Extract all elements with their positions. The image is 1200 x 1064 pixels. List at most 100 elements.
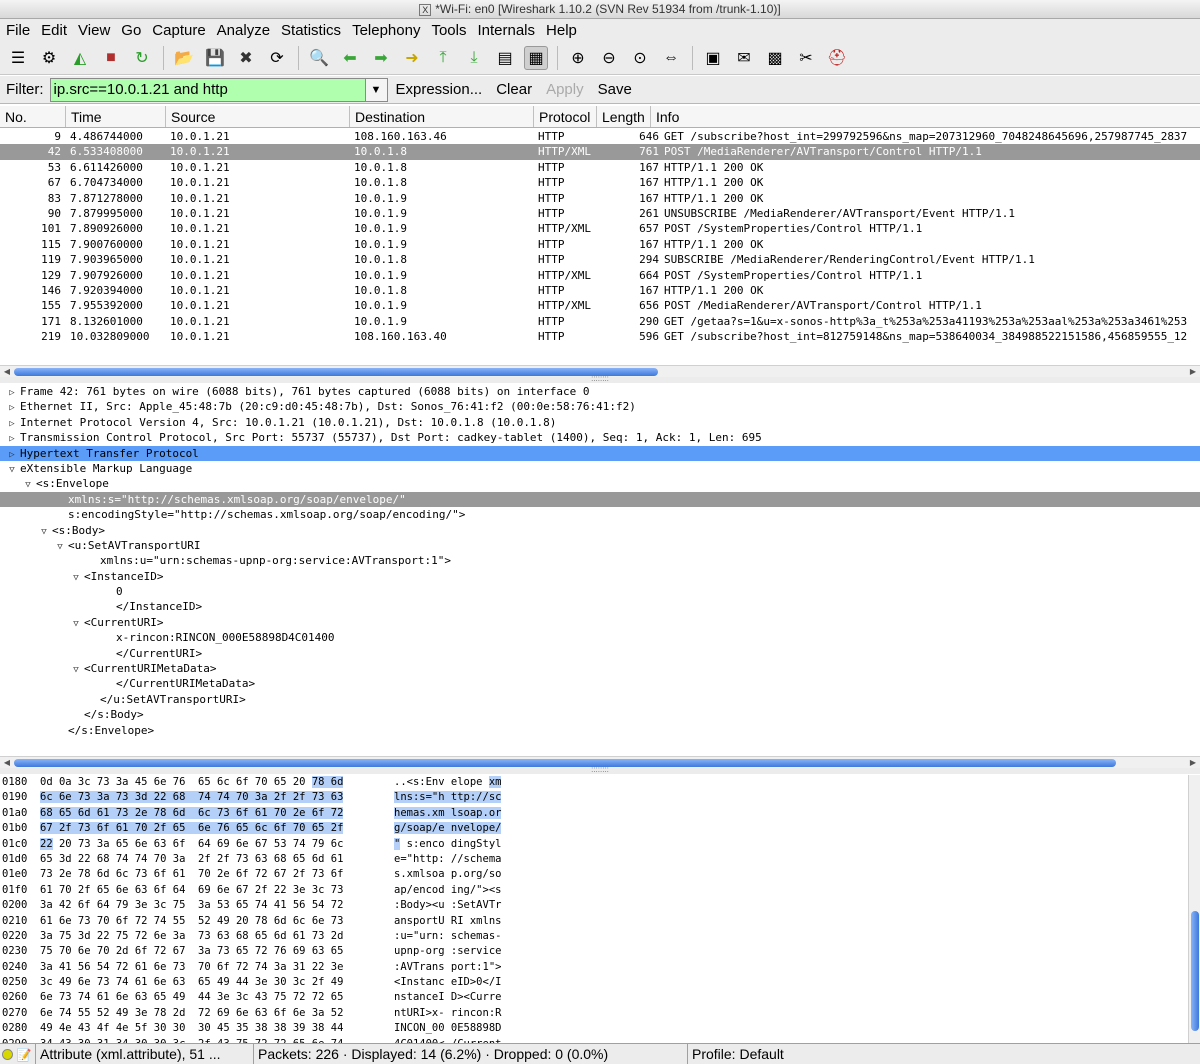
table-row[interactable]: 53 6.611426000 10.0.1.21 10.0.1.8 HTTP 167 HTT… <box>0 160 1200 175</box>
table-row[interactable]: 101 7.890926000 10.0.1.21 10.0.1.9 HTTP/XML 6… <box>0 221 1200 236</box>
go-forward-icon[interactable]: ➡ <box>369 46 393 70</box>
byte-ascii[interactable]: <Instanc eID>0</I <box>394 975 524 990</box>
go-to-packet-icon[interactable]: ➜ <box>400 46 424 70</box>
go-last-icon[interactable]: ⤓ <box>462 46 486 70</box>
interface-list-icon[interactable]: ☰ <box>6 46 30 70</box>
scroll-right-icon[interactable]: ▶ <box>1186 757 1200 768</box>
byte-ascii[interactable]: lns:s="h ttp://sc <box>394 790 524 805</box>
zoom-out-icon[interactable]: ⊖ <box>597 46 621 70</box>
table-row[interactable]: 155 7.955392000 10.0.1.21 10.0.1.9 HTTP/XML 6… <box>0 298 1200 313</box>
filter-dropdown-button[interactable]: ▼ <box>365 77 388 102</box>
tree-item[interactable]: ▷ Frame 42: 761 bytes on wire (6088 bits)… <box>0 384 1200 399</box>
byte-ascii[interactable]: hemas.xm lsoap.or <box>394 806 524 821</box>
menu-file[interactable]: File <box>6 22 30 39</box>
save-filter-button[interactable]: Save <box>598 81 632 98</box>
tree-item[interactable]: </s:Body> <box>0 707 1200 722</box>
byte-ascii[interactable]: s.xmlsoa p.org/so <box>394 867 524 882</box>
byte-hex[interactable]: 49 4e 43 4f 4e 5f 30 30 30 45 35 38 38 3… <box>40 1021 394 1036</box>
tree-item[interactable]: ▽ <CurrentURIMetaData> <box>0 661 1200 676</box>
autoscroll-icon[interactable]: ▦ <box>524 45 548 70</box>
byte-hex[interactable]: 73 2e 78 6d 6c 73 6f 61 70 2e 6f 72 67 2… <box>40 867 394 882</box>
help-icon[interactable]: ⛑ <box>825 46 849 70</box>
column-header-time[interactable]: Time <box>66 106 166 127</box>
open-file-icon[interactable]: 📂 <box>172 46 196 70</box>
table-row[interactable]: 129 7.907926000 10.0.1.21 10.0.1.9 HTTP/XML 6… <box>0 268 1200 283</box>
menu-internals[interactable]: Internals <box>477 22 535 39</box>
tree-item[interactable]: ▷ Ethernet II, Src: Apple_45:48:7b (20:c9… <box>0 399 1200 414</box>
save-file-icon[interactable]: 💾 <box>203 46 227 70</box>
table-row[interactable]: 171 8.132601000 10.0.1.21 10.0.1.9 HTTP 290 GE… <box>0 314 1200 329</box>
restart-capture-icon[interactable]: ↻ <box>130 46 154 70</box>
byte-hex[interactable]: 6e 73 74 61 6e 63 65 49 44 3e 3c 43 75 7… <box>40 990 394 1005</box>
menu-tools[interactable]: Tools <box>431 22 466 39</box>
start-capture-icon[interactable]: ◭ <box>68 46 92 70</box>
resize-columns-icon[interactable]: ⇔ <box>659 46 683 70</box>
stop-capture-icon[interactable]: ■ <box>99 46 123 70</box>
table-row[interactable]: 83 7.871278000 10.0.1.21 10.0.1.9 HTTP 167 HTT… <box>0 191 1200 206</box>
tree-item[interactable]: s:encodingStyle="http://schemas.xmlsoap.… <box>0 507 1200 522</box>
pane-splitter-top[interactable]: :::::::: <box>0 375 1200 383</box>
byte-hex[interactable]: 0d 0a 3c 73 3a 45 6e 76 65 6c 6f 70 65 2… <box>40 775 394 790</box>
expert-info-led-icon[interactable] <box>2 1049 13 1061</box>
table-row[interactable]: 90 7.879995000 10.0.1.21 10.0.1.9 HTTP 261 UNS… <box>0 206 1200 221</box>
column-header-source[interactable]: Source <box>166 106 350 127</box>
menu-analyze[interactable]: Analyze <box>217 22 270 39</box>
go-first-icon[interactable]: ⤒ <box>431 46 455 70</box>
byte-hex[interactable]: 22 20 73 3a 65 6e 63 6f 64 69 6e 67 53 7… <box>40 837 394 852</box>
expression-button[interactable]: Expression... <box>396 81 483 98</box>
tree-item[interactable]: ▽ <s:Body> <box>0 523 1200 538</box>
tree-item[interactable]: ▽ eXtensible Markup Language <box>0 461 1200 476</box>
byte-hex[interactable]: 3a 41 56 54 72 61 6e 73 70 6f 72 74 3a 3… <box>40 960 394 975</box>
tree-item[interactable]: 0 <box>0 584 1200 599</box>
tree-item[interactable]: </InstanceID> <box>0 599 1200 614</box>
normal-size-icon[interactable]: ⊙ <box>628 46 652 70</box>
scroll-left-icon[interactable]: ◀ <box>0 757 14 768</box>
filter-input[interactable]: ip.src==10.0.1.21 and http <box>49 77 366 102</box>
table-row[interactable]: 42 6.533408000 10.0.1.21 10.0.1.8 HTTP/XML 76… <box>0 144 1200 160</box>
table-row[interactable]: 67 6.704734000 10.0.1.21 10.0.1.8 HTTP 167 HTT… <box>0 175 1200 190</box>
menu-view[interactable]: View <box>78 22 110 39</box>
tree-item[interactable]: xmlns:u="urn:schemas-upnp-org:service:AV… <box>0 553 1200 568</box>
column-header-info[interactable]: Info <box>651 106 1200 127</box>
tree-item[interactable]: </CurrentURI> <box>0 646 1200 661</box>
tree-item[interactable]: </s:Envelope> <box>0 723 1200 738</box>
pane-splitter-bottom[interactable]: :::::::: <box>0 766 1200 774</box>
scroll-thumb[interactable] <box>14 759 1116 767</box>
byte-hex[interactable]: 3a 42 6f 64 79 3e 3c 75 3a 53 65 74 41 5… <box>40 898 394 913</box>
tree-item[interactable]: ▷ Internet Protocol Version 4, Src: 10.0.… <box>0 415 1200 430</box>
byte-hex[interactable]: 65 3d 22 68 74 74 70 3a 2f 2f 73 63 68 6… <box>40 852 394 867</box>
byte-ascii[interactable]: ntURI>x- rincon:R <box>394 1006 524 1021</box>
table-row[interactable]: 146 7.920394000 10.0.1.21 10.0.1.8 HTTP 167 HT… <box>0 283 1200 298</box>
tree-item[interactable]: </CurrentURIMetaData> <box>0 676 1200 691</box>
table-row[interactable]: 219 10.032809000 10.0.1.21 108.160.163.40 HT… <box>0 329 1200 344</box>
byte-ascii[interactable]: ansportU RI xmlns <box>394 914 524 929</box>
menu-telephony[interactable]: Telephony <box>352 22 420 39</box>
find-icon[interactable]: 🔍 <box>307 46 331 70</box>
menu-statistics[interactable]: Statistics <box>281 22 341 39</box>
byte-ascii[interactable]: g/soap/e nvelope/ <box>394 821 524 836</box>
coloring-rules-icon[interactable]: ▩ <box>763 46 787 70</box>
byte-hex[interactable]: 67 2f 73 6f 61 70 2f 65 6e 76 65 6c 6f 7… <box>40 821 394 836</box>
reload-icon[interactable]: ⟳ <box>265 46 289 70</box>
tree-item[interactable]: ▽ <s:Envelope <box>0 476 1200 491</box>
byte-ascii[interactable]: :u="urn: schemas- <box>394 929 524 944</box>
apply-button[interactable]: Apply <box>546 81 584 98</box>
byte-ascii[interactable]: " s:enco dingStyl <box>394 837 524 852</box>
clear-button[interactable]: Clear <box>496 81 532 98</box>
capture-filters-icon[interactable]: ▣ <box>701 46 725 70</box>
column-header-length[interactable]: Length <box>597 106 651 127</box>
go-back-icon[interactable]: ⬅ <box>338 46 362 70</box>
tree-item[interactable]: xmlns:s="http://schemas.xmlsoap.org/soap… <box>0 491 1200 508</box>
preferences-icon[interactable]: ✂ <box>794 46 818 70</box>
byte-ascii[interactable]: INCON_00 0E58898D <box>394 1021 524 1036</box>
status-profile[interactable]: Profile: Default <box>688 1044 1200 1064</box>
scroll-thumb[interactable] <box>1191 911 1199 1031</box>
tree-item[interactable]: </u:SetAVTransportURI> <box>0 692 1200 707</box>
table-row[interactable]: 115 7.900760000 10.0.1.21 10.0.1.9 HTTP 167 HT… <box>0 237 1200 252</box>
byte-ascii[interactable]: ..<s:Env elope xm <box>394 775 524 790</box>
options-gear-icon[interactable]: ⚙ <box>37 46 61 70</box>
bytes-vscrollbar[interactable] <box>1188 775 1200 1043</box>
byte-ascii[interactable]: e="http: //schema <box>394 852 524 867</box>
byte-ascii[interactable]: upnp-org :service <box>394 944 524 959</box>
byte-ascii[interactable]: ap/encod ing/"><s <box>394 883 524 898</box>
